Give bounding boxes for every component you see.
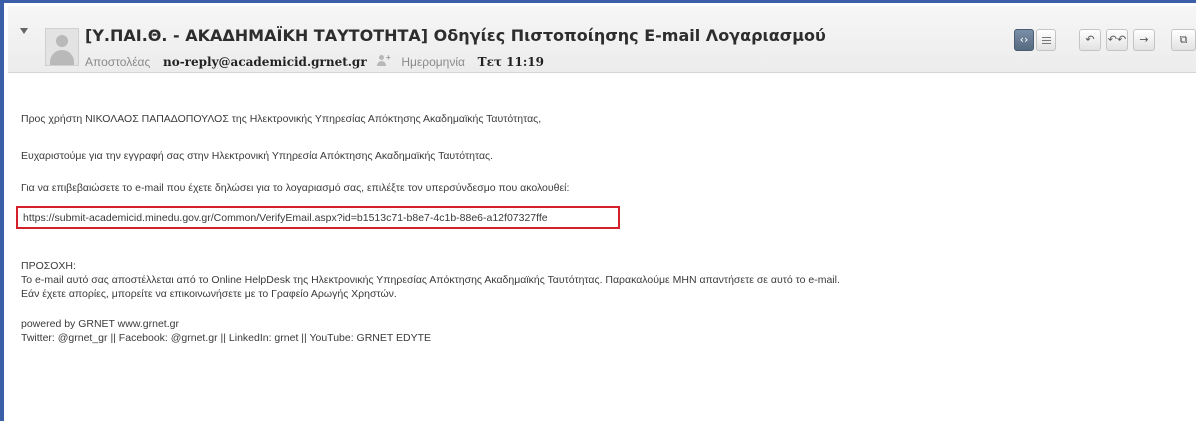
sender-label: Αποστολέας xyxy=(85,55,151,69)
more-icon[interactable]: ⧉ xyxy=(1171,29,1196,51)
social-links-text: Twitter: @grnet_gr || Facebook: @grnet.g… xyxy=(21,332,432,344)
verification-link-highlight: https://submit-academicid.minedu.gov.gr/… xyxy=(16,206,620,229)
notice-line-1: Το e-mail αυτό σας αποστέλλεται από το O… xyxy=(21,274,840,286)
email-date: Τετ 11:19 xyxy=(477,55,544,69)
sender-avatar xyxy=(45,28,79,66)
forward-icon[interactable]: → xyxy=(1133,29,1155,51)
greeting-text: Προς χρήστη ΝΙΚΟΛΑΟΣ ΠΑΠΑΔΟΠΟΥΛΟΣ της Ηλ… xyxy=(21,113,542,125)
email-header: [Υ.ΠΑΙ.Θ. - ΑΚΑΔΗΜΑΪΚΗ ΤΑΥΤΟΤΗΤΑ] Οδηγίε… xyxy=(8,6,1196,73)
notice-line-2: Εάν έχετε απορίες, μπορείτε να επικοινων… xyxy=(21,288,397,300)
powered-by-text: powered by GRNET www.grnet.gr xyxy=(21,318,179,330)
notice-title: ΠΡΟΣΟΧΗ: xyxy=(21,260,76,272)
email-window: [Υ.ΠΑΙ.Θ. - ΑΚΑΔΗΜΑΪΚΗ ΤΑΥΤΟΤΗΤΑ] Οδηγίε… xyxy=(0,0,1196,421)
reply-all-icon[interactable]: ↶↶ xyxy=(1106,29,1128,51)
email-meta: Αποστολέας no-reply@academicid.grnet.gr … xyxy=(85,53,544,69)
source-view-icon[interactable]: ‹› xyxy=(1014,29,1034,51)
collapse-header-icon[interactable] xyxy=(20,28,28,34)
thanks-text: Ευχαριστούμε για την εγγραφή σας στην Ηλ… xyxy=(21,150,494,162)
email-subject: [Υ.ΠΑΙ.Θ. - ΑΚΑΔΗΜΑΪΚΗ ΤΑΥΤΟΤΗΤΑ] Οδηγίε… xyxy=(85,26,826,45)
verification-link[interactable]: https://submit-academicid.minedu.gov.gr/… xyxy=(23,212,548,224)
date-label: Ημερομηνία xyxy=(401,55,465,69)
reply-icon[interactable]: ↶ xyxy=(1079,29,1101,51)
list-view-icon[interactable] xyxy=(1036,29,1056,51)
add-contact-icon[interactable]: + xyxy=(376,53,391,67)
sender-address[interactable]: no-reply@academicid.grnet.gr xyxy=(163,55,367,69)
instruction-text: Για να επιβεβαιώσετε το e-mail που έχετε… xyxy=(21,182,570,194)
